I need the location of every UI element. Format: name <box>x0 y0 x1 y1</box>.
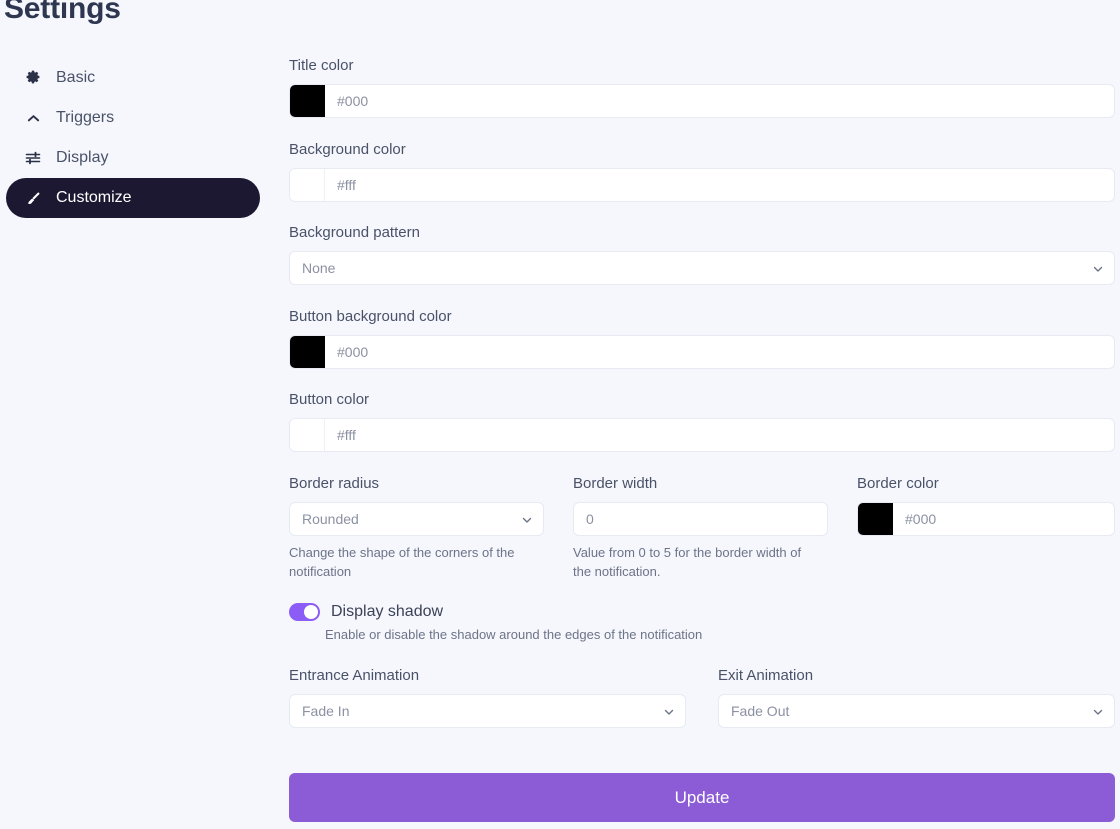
button-background-color-input[interactable]: #000 <box>289 335 1115 369</box>
field-label: Exit Animation <box>718 667 814 684</box>
entrance-animation-select[interactable]: Fade In <box>289 694 686 728</box>
chevron-down-icon <box>1092 705 1104 717</box>
page-title: Settings <box>4 0 121 25</box>
border-radius-value: Rounded <box>302 511 359 527</box>
exit-animation-value: Fade Out <box>731 703 790 719</box>
display-shadow-label: Display shadow <box>331 603 444 620</box>
button-color-value[interactable]: #fff <box>325 419 1114 451</box>
sidebar-item-label: Triggers <box>56 109 115 126</box>
field-background-color: Background color #fff <box>289 140 1115 202</box>
chevron-down-icon <box>1092 262 1104 274</box>
field-button-color: Button color #fff <box>289 390 1115 452</box>
update-button[interactable]: Update <box>289 773 1115 822</box>
chevron-up-icon <box>24 109 42 127</box>
display-shadow-toggle[interactable] <box>289 603 320 621</box>
display-shadow-line: Display shadow <box>289 603 1115 621</box>
background-color-swatch[interactable] <box>290 169 325 201</box>
entrance-animation-value: Fade In <box>302 703 350 719</box>
toggle-knob <box>304 605 318 619</box>
sidebar-item-label: Customize <box>56 189 132 206</box>
sidebar-item-label: Basic <box>56 69 96 86</box>
field-entrance-animation: Entrance Animation Fade In <box>289 666 718 728</box>
button-background-color-swatch[interactable] <box>290 336 325 368</box>
paintbrush-icon <box>24 189 42 207</box>
display-shadow-help: Enable or disable the shadow around the … <box>325 627 703 642</box>
border-color-value[interactable]: #000 <box>893 503 1114 535</box>
border-color-swatch[interactable] <box>858 503 893 535</box>
background-color-input[interactable]: #fff <box>289 168 1115 202</box>
border-radius-help: Change the shape of the corners of the n… <box>289 545 515 579</box>
field-label: Background color <box>289 141 406 158</box>
sidebar-item-label: Display <box>56 149 109 166</box>
border-color-input[interactable]: #000 <box>857 502 1115 536</box>
sidebar-item-triggers[interactable]: Triggers <box>6 98 260 138</box>
sidebar-item-basic[interactable]: Basic <box>6 58 260 98</box>
sliders-icon <box>24 149 42 167</box>
field-border-width: Border width 0 Value from 0 to 5 for the… <box>573 474 857 581</box>
field-label: Background pattern <box>289 224 420 241</box>
title-color-swatch[interactable] <box>290 85 325 117</box>
exit-animation-select[interactable]: Fade Out <box>718 694 1115 728</box>
field-label: Title color <box>289 57 354 74</box>
field-label: Border width <box>573 475 658 492</box>
border-settings-row: Border radius Rounded Change the shape o… <box>289 474 1115 581</box>
title-color-value[interactable]: #000 <box>325 85 1114 117</box>
field-label: Border color <box>857 475 939 492</box>
field-button-background-color: Button background color #000 <box>289 307 1115 369</box>
border-width-input[interactable]: 0 <box>573 502 828 536</box>
title-color-input[interactable]: #000 <box>289 84 1115 118</box>
animation-settings-row: Entrance Animation Fade In Exit Animatio… <box>289 666 1115 728</box>
field-exit-animation: Exit Animation Fade Out <box>718 666 1120 728</box>
field-label: Border radius <box>289 475 380 492</box>
settings-sidebar: Basic Triggers Display Customize <box>6 58 260 218</box>
background-pattern-select[interactable]: None <box>289 251 1115 285</box>
background-pattern-value: None <box>302 260 336 276</box>
field-label: Entrance Animation <box>289 667 420 684</box>
chevron-down-icon <box>521 513 533 525</box>
border-width-help: Value from 0 to 5 for the border width o… <box>573 545 802 579</box>
border-radius-select[interactable]: Rounded <box>289 502 544 536</box>
field-border-color: Border color #000 <box>857 474 1115 581</box>
sidebar-item-customize[interactable]: Customize <box>6 178 260 218</box>
button-background-color-value[interactable]: #000 <box>325 336 1114 368</box>
field-background-pattern: Background pattern None <box>289 223 1115 285</box>
field-border-radius: Border radius Rounded Change the shape o… <box>289 474 573 581</box>
field-label: Button color <box>289 391 370 408</box>
button-color-input[interactable]: #fff <box>289 418 1115 452</box>
field-display-shadow: Display shadow Enable or disable the sha… <box>289 603 1115 642</box>
field-title-color: Title color #000 <box>289 56 1115 118</box>
chevron-down-icon <box>663 705 675 717</box>
gear-icon <box>24 69 42 87</box>
sidebar-item-display[interactable]: Display <box>6 138 260 178</box>
field-label: Button background color <box>289 308 452 325</box>
background-color-value[interactable]: #fff <box>325 169 1114 201</box>
button-color-swatch[interactable] <box>290 419 325 451</box>
